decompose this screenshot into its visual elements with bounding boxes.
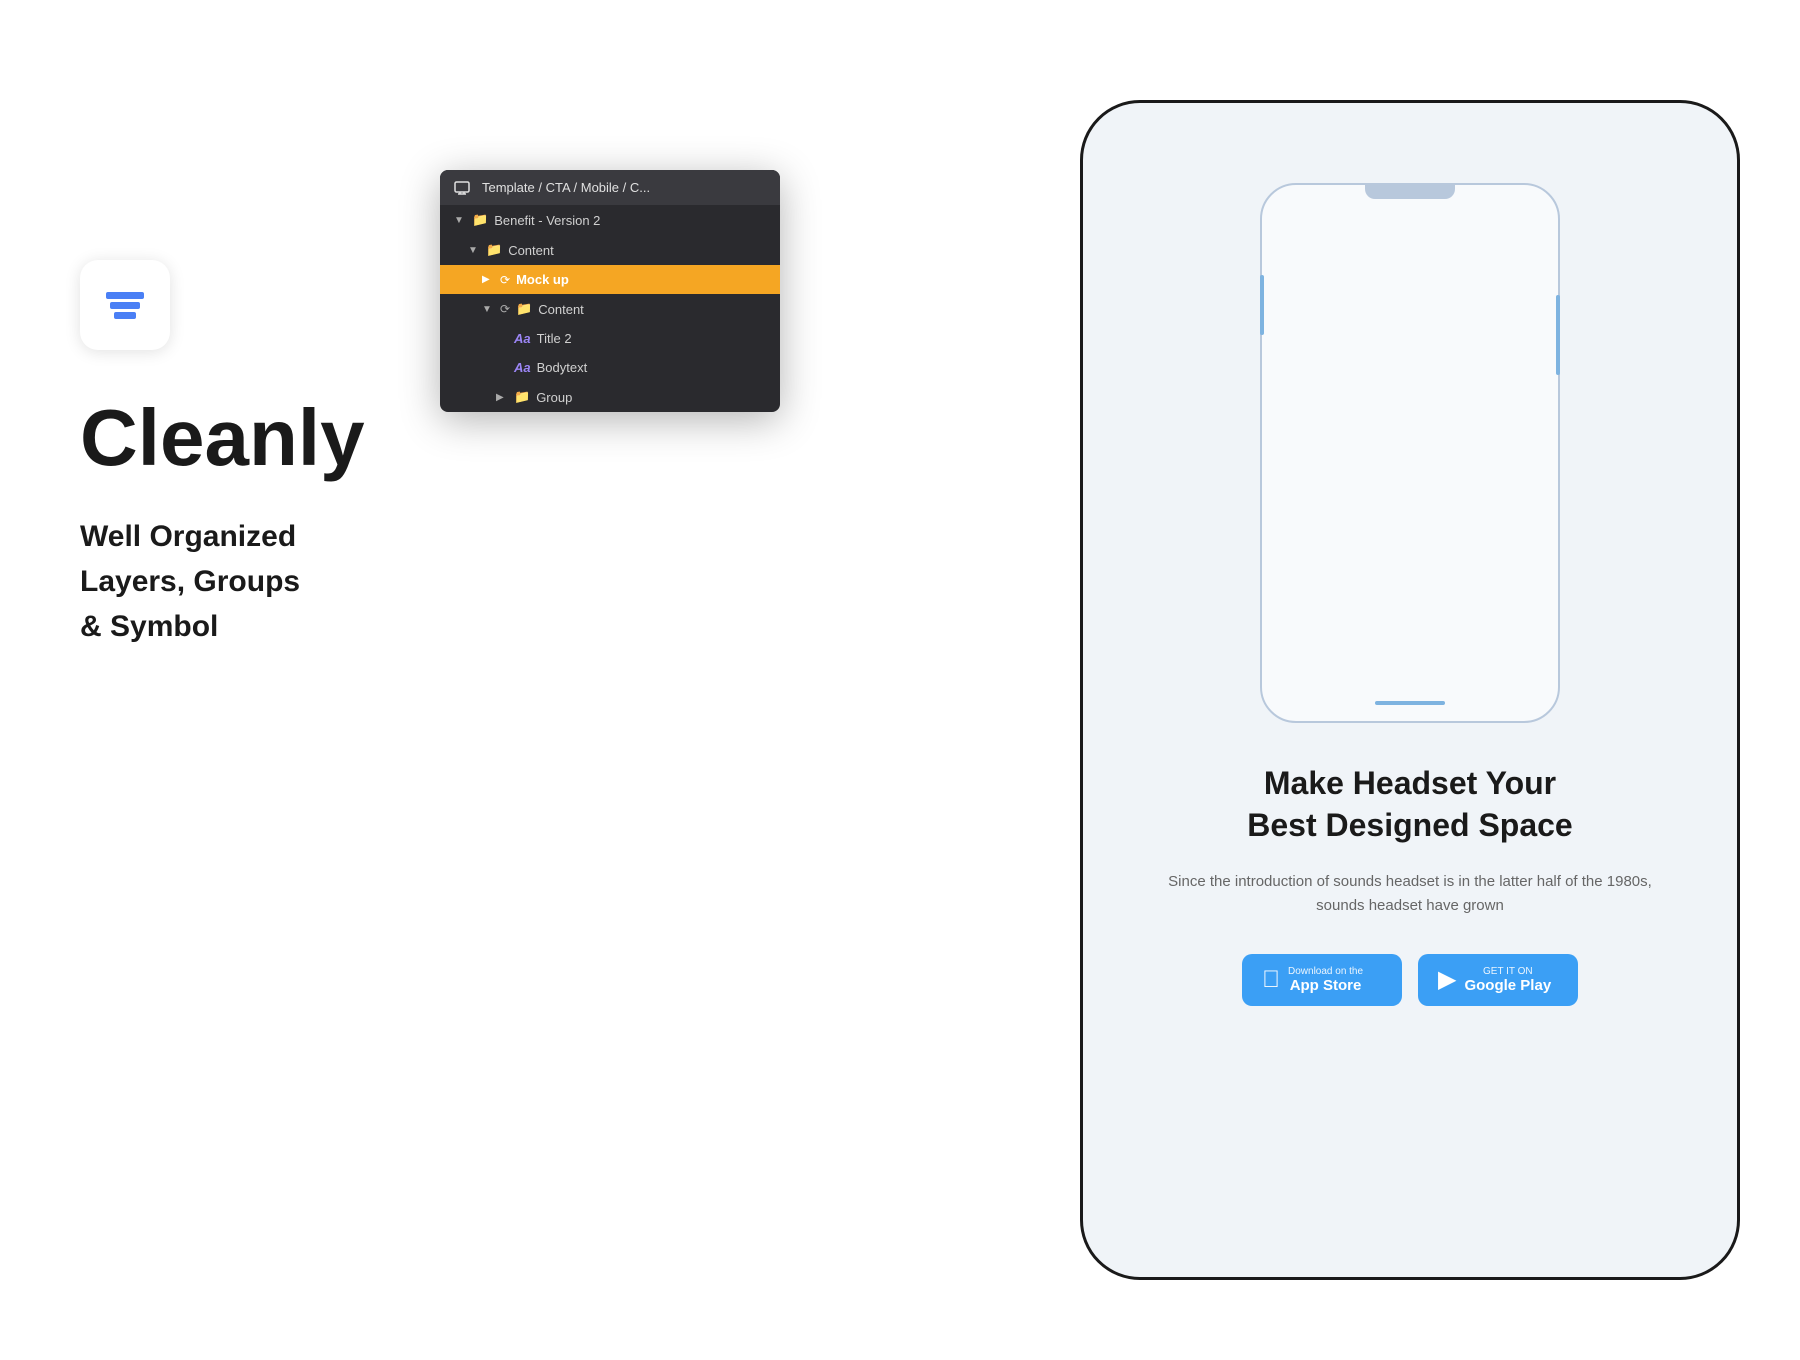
app-subtitle: Well Organized Layers, Groups & Symbol <box>80 514 365 649</box>
logo-container <box>80 260 170 350</box>
layer-label: Group <box>536 390 572 405</box>
logo-layer-top <box>106 292 144 299</box>
folder-icon: 📁 <box>514 389 530 405</box>
layer-label: Content <box>508 243 554 258</box>
folder-icon: 📁 <box>472 212 488 228</box>
layer-arrow-icon <box>482 304 494 315</box>
phone-button-left <box>1260 275 1264 335</box>
phone-inner-content: Make Headset Your Best Designed Space Si… <box>1083 103 1737 1277</box>
layer-item[interactable]: 📁 Group <box>440 382 780 412</box>
layer-label: Bodytext <box>537 360 588 375</box>
phone-body-text: Since the introduction of sounds headset… <box>1163 870 1657 918</box>
play-icon: ▶ <box>1438 968 1456 992</box>
apple-icon:  <box>1262 968 1280 992</box>
symbol-icon: ⟳ <box>500 302 510 316</box>
monitor-icon <box>454 181 472 195</box>
layers-logo-icon <box>106 292 144 319</box>
layers-panel: Template / CTA / Mobile / C... 📁 Benefit… <box>440 170 780 412</box>
layers-header-text: Template / CTA / Mobile / C... <box>482 180 650 195</box>
left-section: Cleanly Well Organized Layers, Groups & … <box>80 260 365 649</box>
layer-item-mockup[interactable]: ⟳ Mock up <box>440 265 780 294</box>
app-store-text: Download on the App Store <box>1288 966 1363 994</box>
text-icon: Aa <box>514 360 531 375</box>
subtitle-line-1: Well Organized <box>80 514 365 559</box>
layer-arrow-icon <box>468 245 480 256</box>
symbol-icon: ⟳ <box>500 273 510 287</box>
layer-arrow-icon <box>454 215 466 226</box>
phone-wireframe <box>1260 183 1560 723</box>
folder-icon: 📁 <box>486 242 502 258</box>
app-title: Cleanly <box>80 398 365 478</box>
logo-layer-mid <box>110 302 140 309</box>
google-play-text: GET IT ON Google Play <box>1464 966 1551 994</box>
logo-layer-bottom <box>114 312 136 319</box>
phone-text-content: Make Headset Your Best Designed Space Si… <box>1133 763 1687 1006</box>
layer-item[interactable]: 📁 Benefit - Version 2 <box>440 205 780 235</box>
layer-label: Title 2 <box>537 331 572 346</box>
layer-arrow-icon <box>482 274 494 285</box>
right-section: Make Headset Your Best Designed Space Si… <box>960 60 1740 1300</box>
layers-panel-header: Template / CTA / Mobile / C... <box>440 170 780 205</box>
layer-item[interactable]: 📁 Content <box>440 235 780 265</box>
layer-label: Mock up <box>516 272 569 287</box>
phone-button-right <box>1556 295 1560 375</box>
store-buttons-container:  Download on the App Store ▶ GET IT ON … <box>1163 954 1657 1006</box>
phone-heading: Make Headset Your Best Designed Space <box>1163 763 1657 846</box>
layer-label: Benefit - Version 2 <box>494 213 600 228</box>
phone-outer-frame: Make Headset Your Best Designed Space Si… <box>1080 100 1740 1280</box>
layer-label: Content <box>538 302 584 317</box>
google-play-button[interactable]: ▶ GET IT ON Google Play <box>1418 954 1578 1006</box>
text-icon: Aa <box>514 331 531 346</box>
subtitle-line-2: Layers, Groups <box>80 559 365 604</box>
app-store-button[interactable]:  Download on the App Store <box>1242 954 1402 1006</box>
subtitle-line-3: & Symbol <box>80 604 365 649</box>
layer-item[interactable]: Aa Title 2 <box>440 324 780 353</box>
layer-item[interactable]: Aa Bodytext <box>440 353 780 382</box>
layer-item[interactable]: ⟳ 📁 Content <box>440 294 780 324</box>
folder-icon: 📁 <box>516 301 532 317</box>
layer-arrow-icon <box>496 392 508 403</box>
phone-notch <box>1365 185 1455 199</box>
phone-home-indicator <box>1375 701 1445 705</box>
